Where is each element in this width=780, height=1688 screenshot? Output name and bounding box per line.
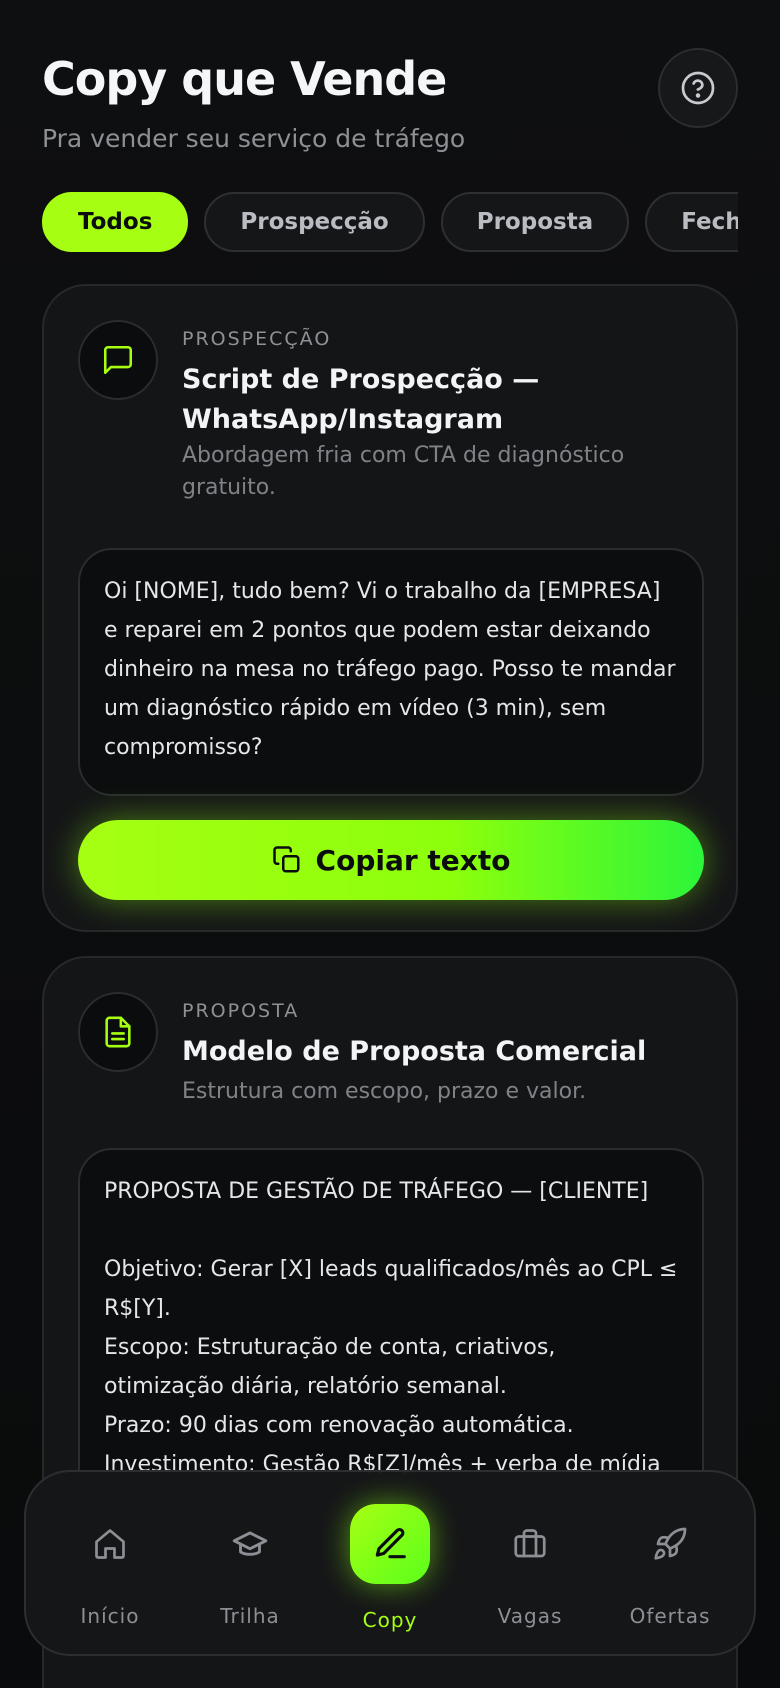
copy-icon — [272, 846, 300, 873]
filter-chips: Todos Prospecção Proposta Fechamento — [42, 192, 738, 252]
nav-item-vagas[interactable]: Vagas — [460, 1472, 600, 1658]
nav-label: Copy — [362, 1608, 418, 1632]
page-subtitle: Pra vender seu serviço de tráfego — [42, 124, 466, 153]
nav-label: Ofertas — [629, 1604, 711, 1628]
graduation-cap-icon — [232, 1531, 268, 1556]
nav-item-trilha[interactable]: Trilha — [180, 1472, 320, 1658]
card-description: Abordagem fria com CTA de diagnóstico gr… — [182, 443, 625, 500]
rocket-icon — [654, 1527, 687, 1560]
copy-card: PROSPECÇÃO Script de Prospecção — WhatsA… — [42, 284, 738, 932]
card-title: Modelo de Proposta Comercial — [182, 1036, 647, 1067]
document-icon — [105, 1016, 131, 1048]
nav-active-indicator — [350, 1504, 430, 1584]
nav-item-inicio[interactable]: Início — [40, 1472, 180, 1658]
pen-icon — [375, 1528, 406, 1559]
filter-chip-todos[interactable]: Todos — [42, 192, 189, 252]
card-icon-wrap — [78, 992, 158, 1072]
nav-label: Início — [80, 1604, 140, 1628]
card-icon-wrap — [78, 320, 158, 400]
filter-chip-fechamento[interactable]: Fechamento — [645, 192, 738, 252]
nav-label: Vagas — [497, 1604, 563, 1628]
filter-chip-proposta[interactable]: Proposta — [440, 192, 630, 252]
copy-page: Copy que Vende Pra vender seu serviço de… — [0, 0, 780, 1688]
nav-label: Trilha — [220, 1604, 280, 1628]
card-description: Estrutura com escopo, prazo e valor. — [182, 1079, 587, 1104]
page-title: Copy que Vende — [42, 52, 447, 106]
card-title: Script de Prospecção — WhatsApp/Instagra… — [182, 364, 540, 435]
help-button[interactable] — [658, 48, 738, 128]
briefcase-icon — [514, 1529, 546, 1558]
filter-chip-prospeccao[interactable]: Prospecção — [204, 192, 425, 252]
question-circle-icon — [681, 71, 715, 105]
bottom-nav: Início Trilha Copy Vagas Ofertas — [24, 1470, 756, 1656]
message-square-icon — [103, 345, 133, 375]
copy-text-box: Oi [NOME], tudo bem? Vi o trabalho da [E… — [78, 548, 704, 796]
card-category: PROPOSTA — [182, 1000, 300, 1022]
card-category: PROSPECÇÃO — [182, 328, 332, 350]
nav-item-copy[interactable]: Copy — [320, 1472, 460, 1658]
home-icon — [95, 1529, 125, 1559]
nav-item-ofertas[interactable]: Ofertas — [600, 1472, 740, 1658]
copy-button-label: Copiar texto — [315, 843, 511, 877]
copy-text-button[interactable]: Copiar texto — [78, 820, 704, 900]
